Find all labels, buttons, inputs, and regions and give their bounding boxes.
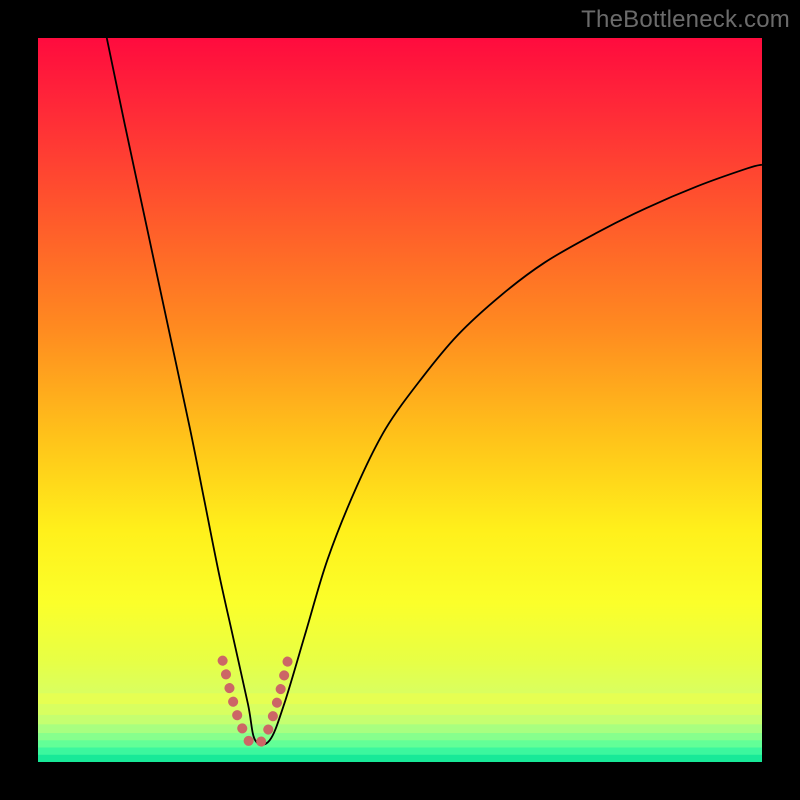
watermark-text: TheBottleneck.com <box>581 6 790 34</box>
chart-frame: TheBottleneck.com <box>0 0 800 800</box>
curve-layer <box>38 38 762 762</box>
series-valley-emphasis <box>223 661 288 744</box>
series-bottleneck-curve <box>107 38 762 745</box>
plot-area <box>38 38 762 762</box>
